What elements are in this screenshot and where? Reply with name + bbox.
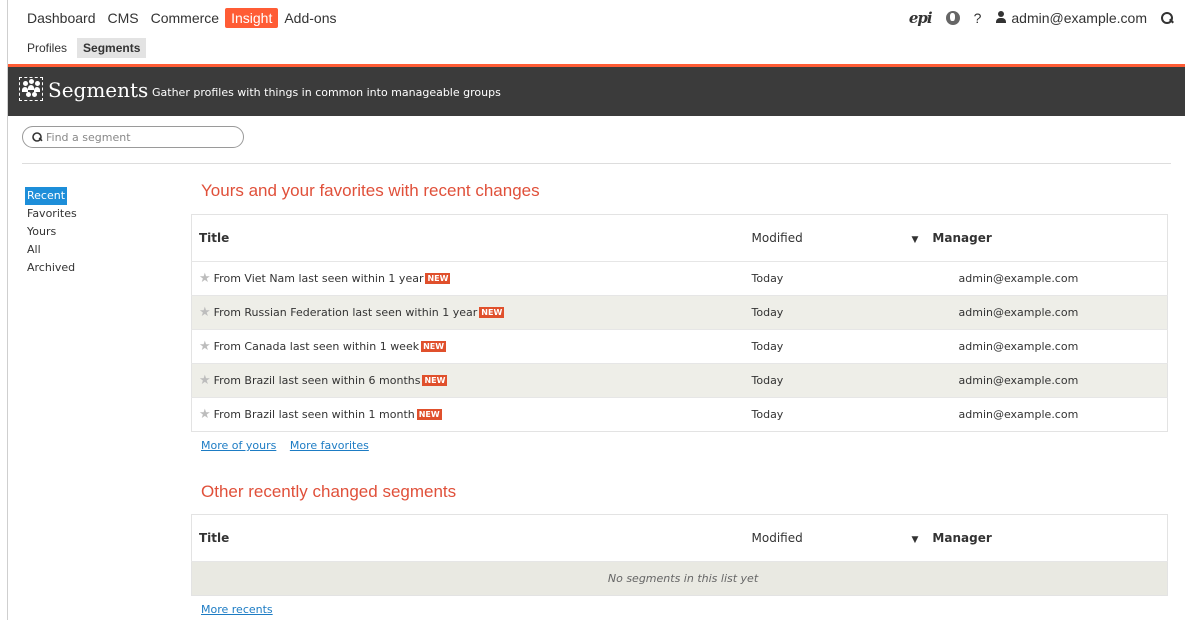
column-manager-label: Manager (932, 231, 992, 245)
recent-table: Title Modified ▼ Manager ★ From Viet Nam l… (191, 214, 1168, 432)
search-icon[interactable] (1161, 12, 1173, 24)
more-favorites-link[interactable]: More favorites (290, 439, 369, 452)
column-modified[interactable]: Modified (744, 514, 905, 562)
globe-icon[interactable] (945, 11, 960, 25)
new-badge: NEW (425, 273, 451, 284)
table-row[interactable]: ★ From Russian Federation last seen withi… (191, 295, 1168, 330)
epi-logo[interactable]: epi (909, 9, 933, 27)
nav-cms[interactable]: CMS (102, 8, 145, 28)
new-badge: NEW (479, 307, 505, 318)
section-title: Other recently changed segments (201, 482, 457, 501)
modified-cell: Today (744, 329, 905, 364)
modified-cell: Today (744, 261, 905, 296)
tab-profiles[interactable]: Profiles (21, 38, 73, 58)
table-row[interactable]: ★ From Canada last seen within 1 week NEW … (191, 329, 1168, 364)
filter-archived[interactable]: Archived (25, 259, 79, 277)
top-nav: Dashboard CMS Commerce Insight Add-ons e… (8, 0, 1185, 36)
filter-favorites[interactable]: Favorites (25, 205, 79, 223)
other-section: Other recently changed segments Title Mo… (191, 482, 1168, 616)
segment-title[interactable]: From Brazil last seen within 1 month (214, 408, 415, 421)
empty-message: No segments in this list yet (191, 561, 1168, 596)
sort-down-icon: ▼ (911, 235, 919, 245)
column-modified[interactable]: Modified (744, 214, 905, 262)
nav-dashboard[interactable]: Dashboard (21, 8, 102, 28)
user-menu[interactable]: admin@example.com (995, 10, 1147, 26)
page-subtitle: Gather profiles with things in common in… (152, 86, 501, 99)
manager-cell: admin@example.com (904, 363, 1168, 398)
nav-commerce[interactable]: Commerce (145, 8, 225, 28)
table-row[interactable]: ★ From Brazil last seen within 6 months NE… (191, 363, 1168, 398)
page-title: Segments (48, 78, 149, 102)
modified-cell: Today (744, 363, 905, 398)
column-manager[interactable]: ▼ Manager (904, 514, 1168, 562)
segment-title[interactable]: From Russian Federation last seen within… (214, 306, 478, 319)
table-row[interactable]: ★ From Brazil last seen within 1 month NEW… (191, 397, 1168, 432)
top-menu: Dashboard CMS Commerce Insight Add-ons (21, 8, 343, 28)
star-icon[interactable]: ★ (199, 373, 211, 388)
user-email: admin@example.com (1011, 10, 1147, 26)
nav-add-ons[interactable]: Add-ons (278, 8, 342, 28)
sub-nav: Profiles Segments (21, 38, 147, 58)
manager-cell: admin@example.com (904, 397, 1168, 432)
section-links: More recents (191, 603, 1168, 616)
divider (22, 163, 1171, 164)
table-row[interactable]: ★ From Viet Nam last seen within 1 year NE… (191, 261, 1168, 296)
star-icon[interactable]: ★ (199, 339, 211, 354)
page-header: Segments Gather profiles with things in … (8, 67, 1185, 116)
column-manager-label: Manager (932, 531, 992, 545)
filter-recent[interactable]: Recent (25, 187, 68, 205)
user-icon (995, 11, 1007, 23)
tab-segments[interactable]: Segments (77, 38, 147, 58)
empty-row: No segments in this list yet (191, 561, 1168, 596)
search-icon (32, 132, 42, 142)
column-title[interactable]: Title (191, 214, 745, 262)
segment-title[interactable]: From Viet Nam last seen within 1 year (214, 272, 424, 285)
top-right-tools: epi ? admin@example.com (909, 9, 1173, 27)
star-icon[interactable]: ★ (199, 271, 211, 286)
star-icon[interactable]: ★ (199, 407, 211, 422)
more-of-yours-link[interactable]: More of yours (201, 439, 276, 452)
search-input[interactable] (46, 130, 226, 144)
column-manager[interactable]: ▼ Manager (904, 214, 1168, 262)
app-frame: Dashboard CMS Commerce Insight Add-ons e… (7, 0, 1185, 620)
segment-search[interactable] (22, 126, 244, 148)
sort-down-icon: ▼ (911, 535, 919, 545)
segments-icon (19, 77, 43, 101)
star-icon[interactable]: ★ (199, 305, 211, 320)
more-recents-link[interactable]: More recents (201, 603, 273, 616)
section-links: More of yours More favorites (191, 439, 1168, 452)
segment-title[interactable]: From Brazil last seen within 6 months (214, 374, 421, 387)
segment-title[interactable]: From Canada last seen within 1 week (214, 340, 419, 353)
modified-cell: Today (744, 295, 905, 330)
help-button[interactable]: ? (974, 10, 982, 26)
manager-cell: admin@example.com (904, 329, 1168, 364)
recent-section: Yours and your favorites with recent cha… (191, 181, 1168, 452)
manager-cell: admin@example.com (904, 295, 1168, 330)
nav-insight[interactable]: Insight (225, 8, 279, 28)
new-badge: NEW (422, 375, 448, 386)
column-title[interactable]: Title (191, 514, 745, 562)
manager-cell: admin@example.com (904, 261, 1168, 296)
new-badge: NEW (421, 341, 447, 352)
filter-all[interactable]: All (25, 241, 79, 259)
modified-cell: Today (744, 397, 905, 432)
filter-yours[interactable]: Yours (25, 223, 79, 241)
filter-nav: Recent Favorites Yours All Archived (25, 187, 79, 277)
section-title: Yours and your favorites with recent cha… (201, 181, 540, 200)
other-table: Title Modified ▼ Manager No segments in t… (191, 514, 1168, 596)
new-badge: NEW (416, 409, 442, 420)
